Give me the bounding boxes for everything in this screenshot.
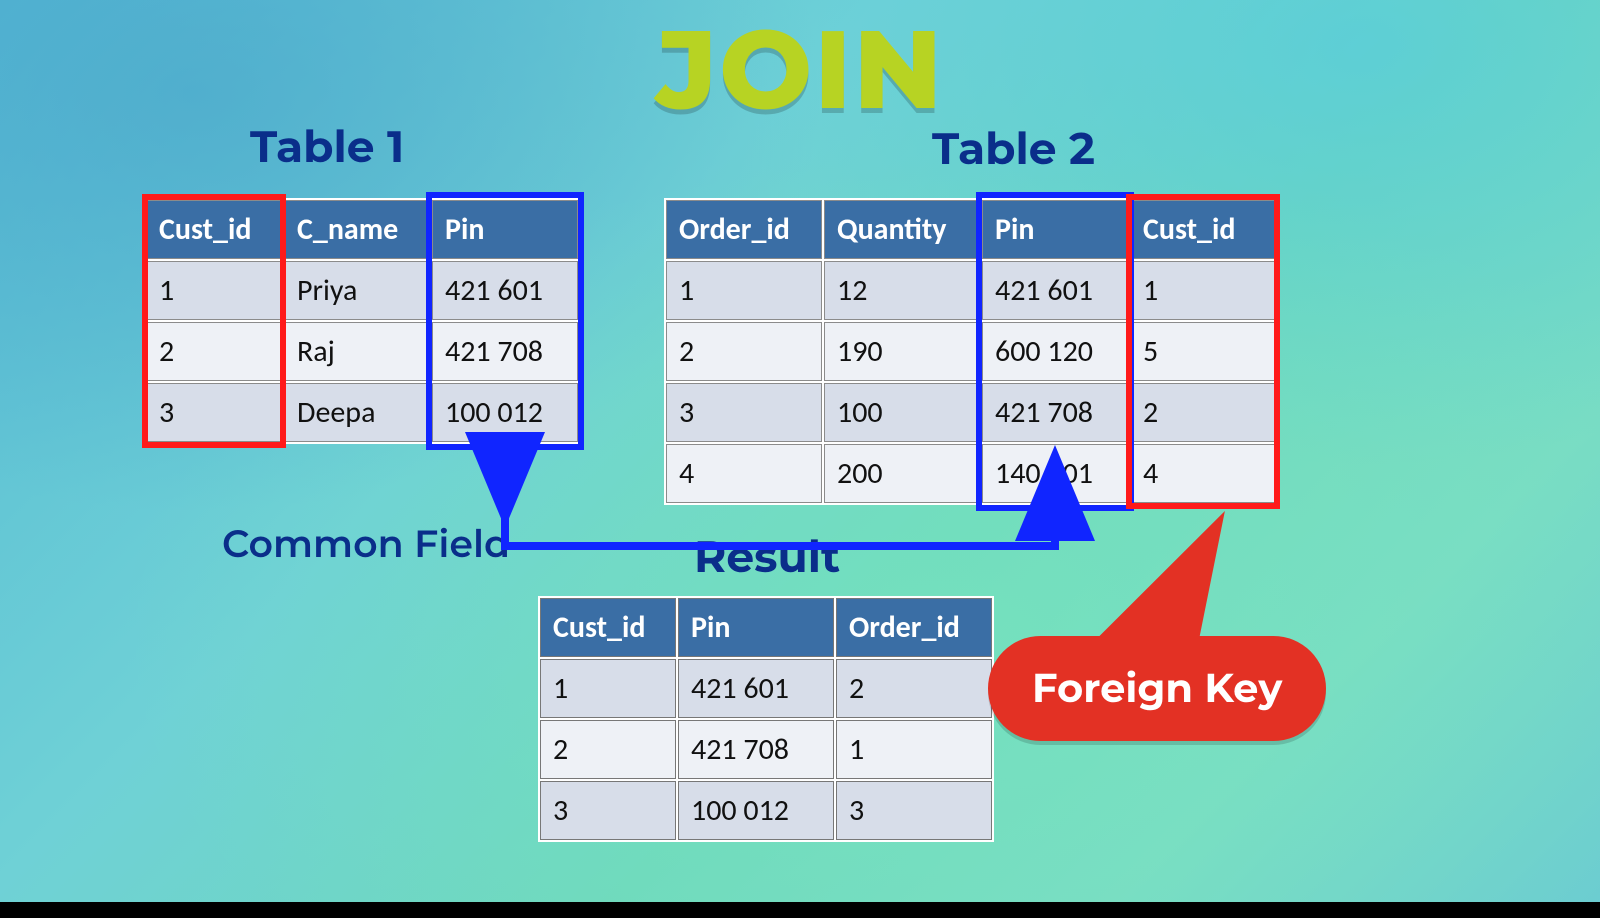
bottom-bar (0, 902, 1600, 918)
label-table2: Table 2 (932, 122, 1095, 176)
callout-tail-icon (1089, 511, 1224, 646)
table-row: 2 190 600 120 5 (666, 322, 1276, 381)
title: JOIN (0, 2, 1600, 136)
label-result: Result (694, 530, 840, 584)
tr-h0: Cust_id (540, 598, 676, 657)
table-row: 3 100 421 708 2 (666, 383, 1276, 442)
label-common-field: Common Field (222, 520, 510, 567)
table-row: 3 Deepa 100 012 (146, 383, 578, 442)
table-row: 1 Priya 421 601 (146, 261, 578, 320)
tr-h2: Order_id (836, 598, 992, 657)
table-result: Cust_id Pin Order_id 1 421 601 2 2 421 7… (538, 596, 994, 842)
table-1: Cust_id C_name Pin 1 Priya 421 601 2 Raj… (144, 198, 580, 444)
t2-h2: Pin (982, 200, 1128, 259)
tr-h1: Pin (678, 598, 834, 657)
table-row: 1 421 601 2 (540, 659, 992, 718)
callout-foreign-key: Foreign Key (988, 636, 1326, 741)
label-table1: Table 1 (250, 120, 404, 174)
t2-h1: Quantity (824, 200, 980, 259)
t1-h2: Pin (432, 200, 578, 259)
t2-h0: Order_id (666, 200, 822, 259)
slide-stage: JOIN Table 1 Table 2 Result Common Field… (0, 0, 1600, 918)
t1-h1: C_name (284, 200, 430, 259)
table-row: 1 12 421 601 1 (666, 261, 1276, 320)
table-row: 3 100 012 3 (540, 781, 992, 840)
table-row: 2 Raj 421 708 (146, 322, 578, 381)
t1-h0: Cust_id (146, 200, 282, 259)
table-row: 2 421 708 1 (540, 720, 992, 779)
t2-h3: Cust_id (1130, 200, 1276, 259)
table-2: Order_id Quantity Pin Cust_id 1 12 421 6… (664, 198, 1278, 505)
table-row: 4 200 140 101 4 (666, 444, 1276, 503)
